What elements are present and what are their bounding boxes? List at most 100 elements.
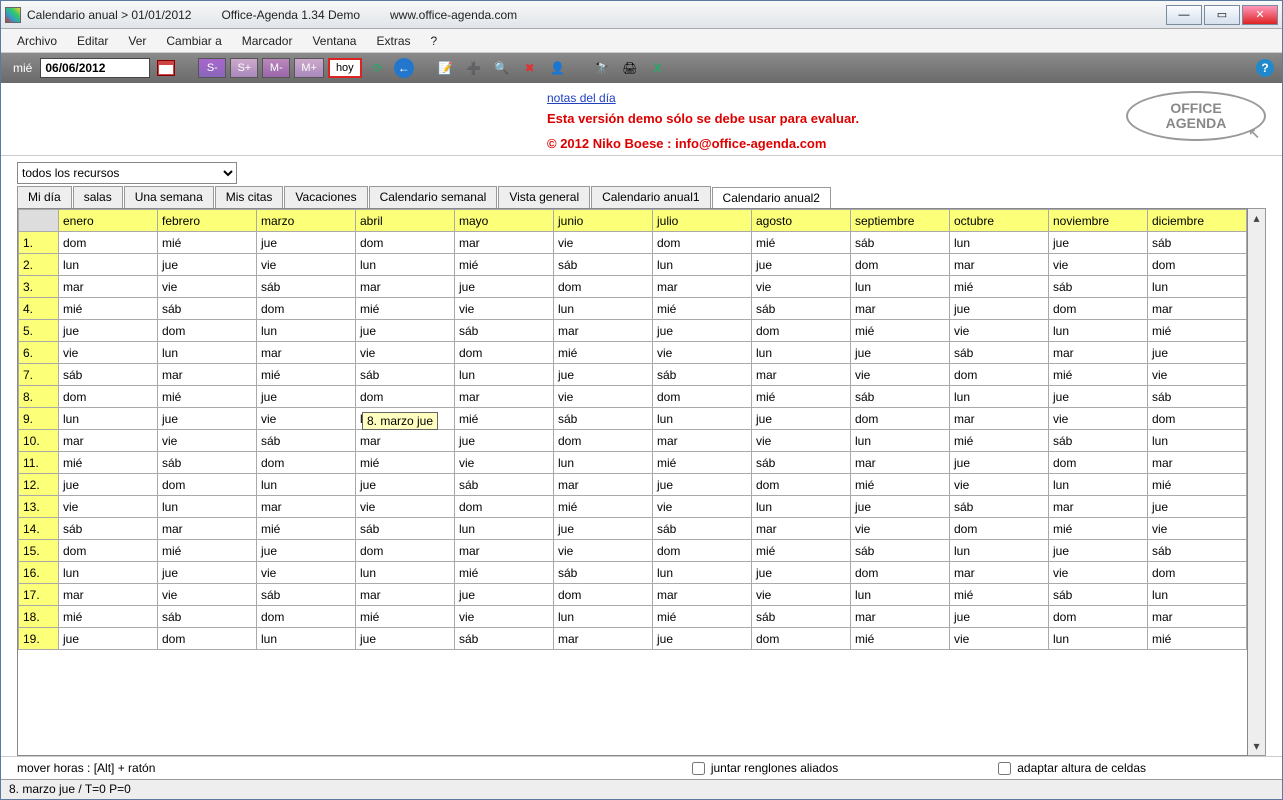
- day-cell[interactable]: mar: [59, 276, 158, 298]
- day-cell[interactable]: lun: [59, 408, 158, 430]
- month-header[interactable]: noviembre: [1049, 210, 1148, 232]
- print-icon[interactable]: 🖨: [618, 57, 642, 79]
- day-cell[interactable]: mar: [59, 430, 158, 452]
- day-cell[interactable]: jue: [59, 628, 158, 650]
- maximize-button[interactable]: ▭: [1204, 5, 1240, 25]
- add-item-icon[interactable]: ➕: [462, 57, 486, 79]
- day-cell[interactable]: sáb: [1148, 232, 1247, 254]
- day-cell[interactable]: lun: [1049, 474, 1148, 496]
- tab-mis-citas[interactable]: Mis citas: [215, 186, 284, 208]
- day-cell[interactable]: jue: [158, 254, 257, 276]
- day-cell[interactable]: mar: [356, 430, 455, 452]
- day-cell[interactable]: lun: [653, 254, 752, 276]
- day-cell[interactable]: lun: [1049, 320, 1148, 342]
- day-cell[interactable]: mié: [653, 606, 752, 628]
- day-cell[interactable]: sáb: [851, 386, 950, 408]
- tab-una-semana[interactable]: Una semana: [124, 186, 214, 208]
- day-cell[interactable]: dom: [653, 386, 752, 408]
- day-cell[interactable]: vie: [950, 628, 1049, 650]
- day-cell[interactable]: mié: [851, 474, 950, 496]
- day-cell[interactable]: vie: [752, 584, 851, 606]
- day-cell[interactable]: lun: [851, 276, 950, 298]
- day-cell[interactable]: dom: [554, 430, 653, 452]
- day-cell[interactable]: mié: [356, 452, 455, 474]
- date-input[interactable]: [40, 58, 150, 78]
- day-cell[interactable]: dom: [356, 540, 455, 562]
- day-cell[interactable]: dom: [356, 386, 455, 408]
- day-cell[interactable]: mié: [257, 518, 356, 540]
- back-button[interactable]: ←: [394, 58, 414, 78]
- close-button[interactable]: ✕: [1242, 5, 1278, 25]
- day-cell[interactable]: mié: [455, 254, 554, 276]
- day-cell[interactable]: lun: [851, 430, 950, 452]
- tab-mi-día[interactable]: Mi día: [17, 186, 72, 208]
- day-cell[interactable]: jue: [1049, 232, 1148, 254]
- day-cell[interactable]: mar: [851, 298, 950, 320]
- day-cell[interactable]: mar: [257, 342, 356, 364]
- day-cell[interactable]: mié: [851, 320, 950, 342]
- day-cell[interactable]: lun: [158, 496, 257, 518]
- day-cell[interactable]: mié: [158, 232, 257, 254]
- day-cell[interactable]: dom: [59, 386, 158, 408]
- day-cell[interactable]: sáb: [1148, 386, 1247, 408]
- day-cell[interactable]: lun: [455, 364, 554, 386]
- menu-extras[interactable]: Extras: [368, 32, 418, 50]
- day-cell[interactable]: sáb: [752, 298, 851, 320]
- day-cell[interactable]: dom: [1148, 408, 1247, 430]
- day-cell[interactable]: lun: [950, 386, 1049, 408]
- day-cell[interactable]: vie: [158, 276, 257, 298]
- day-cell[interactable]: jue: [455, 584, 554, 606]
- user-icon[interactable]: 👤: [546, 57, 570, 79]
- day-cell[interactable]: vie: [59, 342, 158, 364]
- day-cell[interactable]: mié: [752, 540, 851, 562]
- day-cell[interactable]: vie: [1049, 254, 1148, 276]
- day-cell[interactable]: dom: [1049, 452, 1148, 474]
- menu-cambiar-a[interactable]: Cambiar a: [158, 32, 229, 50]
- day-cell[interactable]: mié: [59, 298, 158, 320]
- new-note-icon[interactable]: 📝: [434, 57, 458, 79]
- day-cell[interactable]: jue: [356, 628, 455, 650]
- day-cell[interactable]: dom: [1049, 606, 1148, 628]
- day-cell[interactable]: jue: [455, 430, 554, 452]
- day-cell[interactable]: sáb: [59, 364, 158, 386]
- month-header[interactable]: abril: [356, 210, 455, 232]
- day-cell[interactable]: mié: [1049, 364, 1148, 386]
- day-cell[interactable]: vie: [356, 496, 455, 518]
- day-cell[interactable]: jue: [356, 474, 455, 496]
- month-header[interactable]: febrero: [158, 210, 257, 232]
- day-cell[interactable]: mié: [1148, 628, 1247, 650]
- month-header[interactable]: junio: [554, 210, 653, 232]
- day-cell[interactable]: mié: [257, 364, 356, 386]
- scroll-up-icon[interactable]: ▴: [1248, 209, 1265, 227]
- menu-archivo[interactable]: Archivo: [9, 32, 65, 50]
- day-cell[interactable]: jue: [455, 276, 554, 298]
- day-cell[interactable]: mié: [356, 298, 455, 320]
- day-cell[interactable]: lun: [554, 452, 653, 474]
- day-cell[interactable]: lun: [257, 628, 356, 650]
- day-cell[interactable]: vie: [851, 518, 950, 540]
- day-cell[interactable]: dom: [950, 364, 1049, 386]
- day-cell[interactable]: sáb: [158, 606, 257, 628]
- day-cell[interactable]: mar: [59, 584, 158, 606]
- day-cell[interactable]: sáb: [1049, 584, 1148, 606]
- excel-icon[interactable]: X: [646, 57, 670, 79]
- day-cell[interactable]: dom: [851, 408, 950, 430]
- day-cell[interactable]: mié: [950, 430, 1049, 452]
- help-button[interactable]: ?: [1256, 59, 1274, 77]
- day-cell[interactable]: sáb: [554, 254, 653, 276]
- day-cell[interactable]: jue: [158, 408, 257, 430]
- day-cell[interactable]: jue: [653, 628, 752, 650]
- day-cell[interactable]: lun: [554, 606, 653, 628]
- day-cell[interactable]: lun: [1148, 276, 1247, 298]
- day-cell[interactable]: dom: [455, 342, 554, 364]
- day-cell[interactable]: jue: [356, 320, 455, 342]
- day-cell[interactable]: vie: [455, 298, 554, 320]
- day-cell[interactable]: sáb: [455, 628, 554, 650]
- day-cell[interactable]: jue: [59, 320, 158, 342]
- day-cell[interactable]: sáb: [356, 518, 455, 540]
- scroll-down-icon[interactable]: ▾: [1248, 737, 1265, 755]
- day-cell[interactable]: mar: [950, 562, 1049, 584]
- day-cell[interactable]: jue: [1049, 540, 1148, 562]
- binoculars-icon[interactable]: 🔭: [590, 57, 614, 79]
- day-cell[interactable]: lun: [59, 562, 158, 584]
